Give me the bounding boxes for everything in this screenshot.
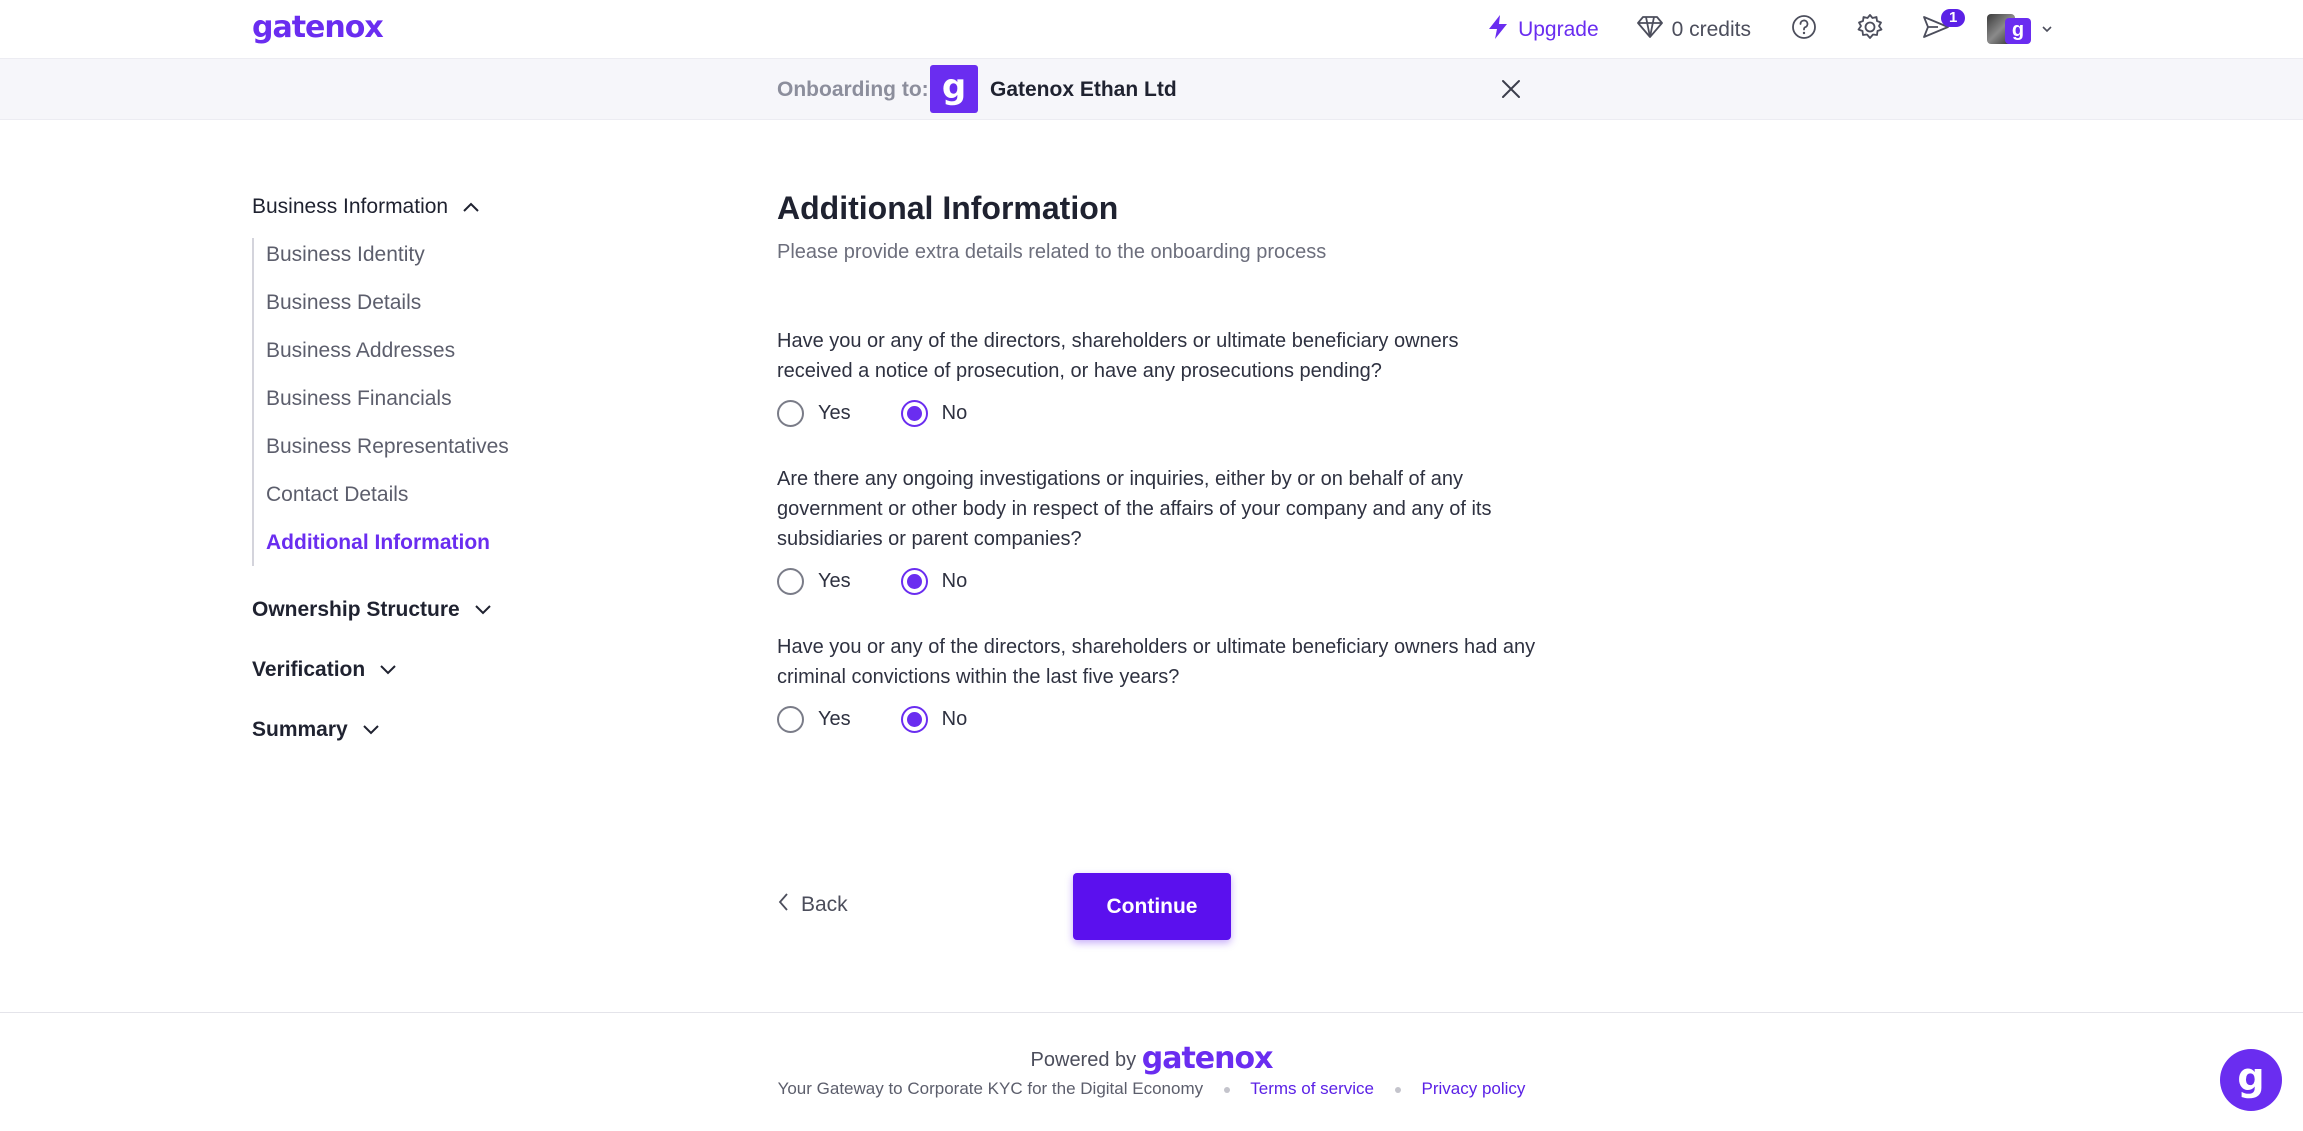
radio-label: Yes — [818, 569, 851, 592]
avatar: g — [1987, 13, 2033, 46]
sidebar-item-business-representatives[interactable]: Business Representatives — [266, 430, 652, 478]
radio-label: No — [941, 569, 968, 592]
gatenox-logo[interactable]: gatenox — [252, 10, 384, 45]
question-2: Are there any ongoing investigations or … — [777, 464, 1537, 596]
radio-label: No — [941, 707, 968, 730]
close-icon — [1498, 80, 1524, 106]
top-actions: Upgrade 0 credits 1 g — [1487, 0, 2053, 59]
notifications-button[interactable]: 1 — [1921, 8, 1966, 45]
account-menu[interactable]: g — [1987, 13, 2053, 46]
continue-button[interactable]: Continue — [1073, 873, 1231, 940]
close-onboarding-button[interactable] — [1498, 76, 1524, 102]
question-3: Have you or any of the directors, shareh… — [777, 632, 1537, 734]
privacy-link[interactable]: Privacy policy — [1421, 1079, 1525, 1098]
business-information-list: Business Identity Business Details Busin… — [252, 238, 652, 566]
diamond-icon — [1636, 15, 1663, 45]
form-actions: Back Continue — [777, 873, 1537, 941]
settings-button[interactable] — [1855, 13, 1885, 46]
chevron-left-icon — [777, 892, 789, 918]
question-text: Have you or any of the directors, shareh… — [777, 330, 1459, 382]
chevron-down-icon — [379, 658, 397, 682]
back-button[interactable]: Back — [777, 892, 848, 918]
sidebar: Business Information Business Identity B… — [252, 190, 652, 760]
company-name: Gatenox Ethan Ltd — [990, 78, 1177, 101]
radio-circle-selected — [900, 705, 928, 733]
onboarding-label: Onboarding to: — [777, 78, 929, 101]
footer-links: Your Gateway to Corporate KYC for the Di… — [0, 1079, 2303, 1099]
chevron-down-icon — [474, 598, 492, 622]
sidebar-item-business-details[interactable]: Business Details — [266, 286, 652, 334]
section-business-information[interactable]: Business Information — [252, 190, 652, 224]
section-label: Business Information — [252, 195, 449, 218]
section-summary[interactable]: Summary — [252, 700, 652, 760]
powered-by: Powered by gatenox — [0, 1041, 2303, 1076]
radio-circle — [777, 567, 804, 595]
sidebar-item-business-addresses[interactable]: Business Addresses — [266, 334, 652, 382]
radio-yes[interactable]: Yes — [777, 705, 851, 733]
radio-label: Yes — [818, 707, 851, 730]
chevron-down-icon — [362, 718, 380, 742]
sidebar-item-additional-information[interactable]: Additional Information — [266, 526, 652, 566]
back-label: Back — [801, 893, 848, 916]
footer-logo[interactable]: gatenox — [1142, 1041, 1274, 1076]
radio-circle — [777, 705, 804, 733]
radio-circle-selected — [900, 567, 928, 595]
page-title: Additional Information — [777, 190, 1119, 226]
radio-label: No — [941, 401, 968, 424]
help-icon — [1791, 14, 1817, 45]
main-content: Additional Information Please provide ex… — [777, 190, 1537, 734]
notification-badge: 1 — [1941, 8, 1966, 27]
gear-icon — [1856, 13, 1884, 46]
chevron-down-icon — [2041, 21, 2053, 39]
credits-label: 0 credits — [1671, 17, 1751, 41]
section-label: Summary — [252, 718, 348, 741]
section-label: Verification — [252, 658, 366, 681]
radio-circle — [777, 399, 804, 427]
radio-label: Yes — [818, 401, 851, 424]
section-label: Ownership Structure — [252, 598, 460, 621]
question-1: Have you or any of the directors, shareh… — [777, 326, 1537, 428]
avatar-badge: g — [2005, 17, 2031, 44]
radio-no[interactable]: No — [900, 399, 968, 427]
tagline: Your Gateway to Corporate KYC for the Di… — [777, 1079, 1204, 1098]
radio-group: Yes No — [777, 704, 1537, 734]
terms-link[interactable]: Terms of service — [1250, 1079, 1374, 1098]
radio-no[interactable]: No — [900, 567, 968, 595]
chevron-up-icon — [462, 195, 480, 219]
upgrade-label: Upgrade — [1518, 17, 1599, 41]
page-subtitle: Please provide extra details related to … — [777, 241, 1327, 263]
radio-group: Yes No — [777, 566, 1537, 596]
upgrade-button[interactable]: Upgrade — [1487, 14, 1599, 46]
radio-yes[interactable]: Yes — [777, 399, 851, 427]
powered-by-label: Powered by — [1030, 1049, 1137, 1071]
section-ownership-structure[interactable]: Ownership Structure — [252, 580, 652, 640]
section-verification[interactable]: Verification — [252, 640, 652, 700]
radio-yes[interactable]: Yes — [777, 567, 851, 595]
radio-no[interactable]: No — [900, 705, 968, 733]
footer: Powered by gatenox Your Gateway to Corpo… — [0, 1012, 2303, 1131]
onboarding-bar: Onboarding to: g Gatenox Ethan Ltd — [0, 59, 2303, 120]
sidebar-item-business-financials[interactable]: Business Financials — [266, 382, 652, 430]
chat-button[interactable]: g — [2220, 1049, 2282, 1111]
sidebar-item-contact-details[interactable]: Contact Details — [266, 478, 652, 526]
credits-indicator[interactable]: 0 credits — [1636, 15, 1751, 45]
sidebar-item-business-identity[interactable]: Business Identity — [266, 238, 652, 286]
help-button[interactable] — [1789, 15, 1819, 45]
company-logo: g — [930, 65, 978, 113]
separator-dot — [1394, 1086, 1401, 1093]
top-bar: gatenox Upgrade 0 credits 1 g — [0, 0, 2303, 59]
question-text: Have you or any of the directors, shareh… — [777, 636, 1536, 688]
radio-group: Yes No — [777, 398, 1537, 428]
radio-circle-selected — [900, 399, 928, 427]
separator-dot — [1223, 1086, 1230, 1093]
lightning-icon — [1487, 14, 1509, 46]
question-text: Are there any ongoing investigations or … — [777, 468, 1492, 550]
